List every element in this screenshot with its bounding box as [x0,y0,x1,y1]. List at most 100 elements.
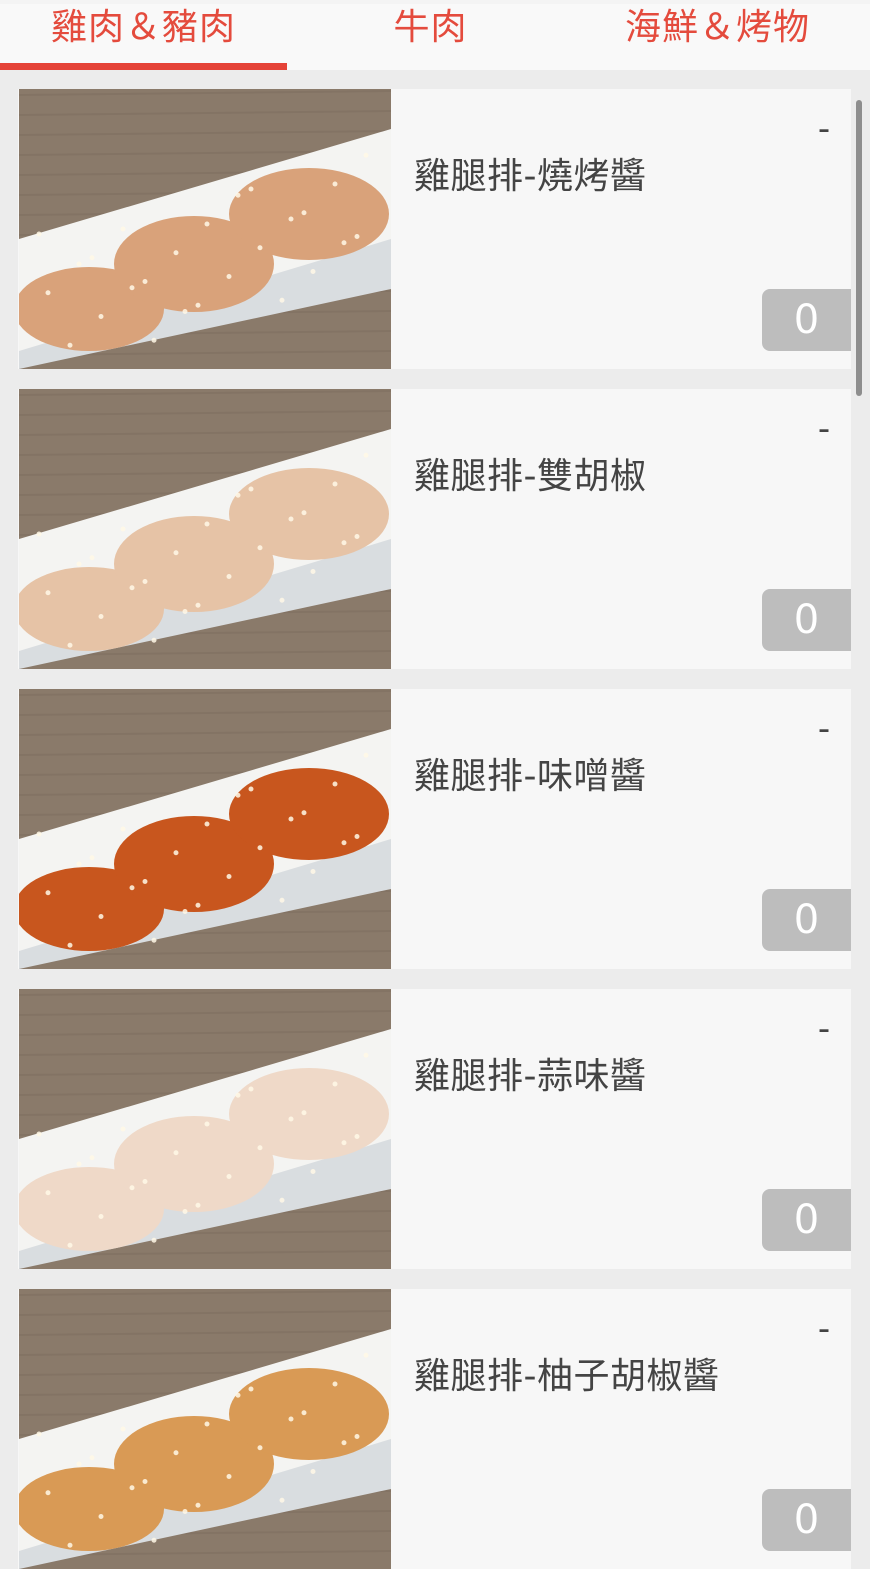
sesame-seed [204,521,210,527]
quantity-badge[interactable]: 0 [762,1189,851,1251]
sesame-seed [226,574,232,579]
sesame-seed [226,874,232,879]
product-card: 雞腿排-柚子胡椒醬 - 0 [18,1289,851,1569]
sesame-seed [235,192,241,198]
scrollbar-thumb[interactable] [856,100,862,396]
sesame-seed [204,821,210,827]
sesame-seed [301,1410,307,1416]
sesame-seed [257,545,263,551]
tab-chicken-pork[interactable]: 雞肉＆豬肉 [0,4,287,70]
sesame-seed [173,250,179,256]
sesame-seed [182,1209,188,1214]
sesame-seed [76,1461,82,1467]
tab-seafood-grill[interactable]: 海鮮＆烤物 [574,4,861,70]
sesame-seed [354,1134,360,1139]
sesame-seed [36,231,42,237]
sesame-seed [332,481,338,487]
sesame-seed [98,314,104,319]
sesame-seed [36,1431,42,1437]
sesame-seed [173,1450,179,1456]
sesame-seed [98,914,104,919]
sesame-seed [354,1434,360,1439]
food-image [19,89,391,369]
product-name: 雞腿排-味噌醬 [414,756,647,797]
sesame-seed [142,1479,148,1484]
product-name: 雞腿排-柚子胡椒醬 [414,1356,720,1397]
sesame-seed [120,526,126,532]
sesame-seed [341,540,347,546]
sesame-seed [257,1145,263,1151]
sesame-seed [182,309,188,314]
sesame-seed [279,297,285,303]
sesame-seed [129,1185,135,1191]
sesame-seed [301,510,307,516]
quantity-badge[interactable]: 0 [762,289,851,351]
sesame-seed [354,534,360,539]
sesame-seed [129,885,135,891]
sesame-seed [288,816,294,822]
sesame-seed [120,226,126,232]
sesame-seed [288,216,294,222]
sesame-seed [341,840,347,846]
decrease-button[interactable]: - [814,409,834,449]
quantity-badge[interactable]: 0 [762,1489,851,1551]
sesame-seed [142,879,148,884]
tab-beef[interactable]: 牛肉 [287,4,574,70]
sesame-seed [332,781,338,787]
sesame-seed [120,826,126,832]
sesame-seed [76,1161,82,1167]
sesame-seed [36,831,42,837]
decrease-button[interactable]: - [814,709,834,749]
sesame-seed [173,850,179,856]
sesame-seed [45,1190,51,1196]
decrease-button[interactable]: - [814,109,834,149]
sesame-seed [36,531,42,537]
product-card: 雞腿排-燒烤醬 - 0 [18,89,851,369]
sesame-seed [341,1440,347,1446]
sesame-seed [151,637,157,643]
sesame-seed [301,1110,307,1116]
product-name: 雞腿排-雙胡椒 [414,456,647,497]
tab-label: 海鮮＆烤物 [624,7,810,48]
quantity-badge[interactable]: 0 [762,589,851,651]
tab-label: 雞肉＆豬肉 [50,7,236,48]
sesame-seed [36,1131,42,1137]
product-list[interactable]: 雞腿排-燒烤醬 - 0 雞腿排-雙胡椒 - 0 雞腿排-味噌醬 - 0 雞腿排-… [0,70,870,1569]
sesame-seed [204,221,210,227]
sesame-seed [257,845,263,851]
sesame-seed [195,902,201,908]
sesame-seed [226,274,232,279]
sesame-seed [45,290,51,296]
quantity-badge[interactable]: 0 [762,889,851,951]
chicken-piece [229,1068,389,1160]
sesame-seed [89,1455,95,1461]
sesame-seed [120,1126,126,1132]
decrease-button[interactable]: - [814,1309,834,1349]
sesame-seed [67,942,73,948]
sesame-seed [310,1169,316,1174]
chicken-piece [229,168,389,260]
sesame-seed [257,245,263,251]
sesame-seed [332,1381,338,1387]
sesame-seed [332,1081,338,1087]
sesame-seed [363,152,369,158]
sesame-seed [226,1474,232,1479]
chicken-piece [229,768,389,860]
sesame-seed [76,861,82,867]
sesame-seed [354,834,360,839]
sesame-seed [89,555,95,561]
chicken-piece [229,468,389,560]
sesame-seed [288,1416,294,1422]
sesame-seed [279,897,285,903]
decrease-button[interactable]: - [814,1009,834,1049]
sesame-seed [204,1421,210,1427]
sesame-seed [363,452,369,458]
sesame-seed [129,585,135,591]
sesame-seed [173,550,179,556]
product-photo [19,389,391,669]
sesame-seed [173,1150,179,1156]
sesame-seed [204,1121,210,1127]
sesame-seed [279,1497,285,1503]
product-photo [19,1289,391,1569]
food-image [19,989,391,1269]
